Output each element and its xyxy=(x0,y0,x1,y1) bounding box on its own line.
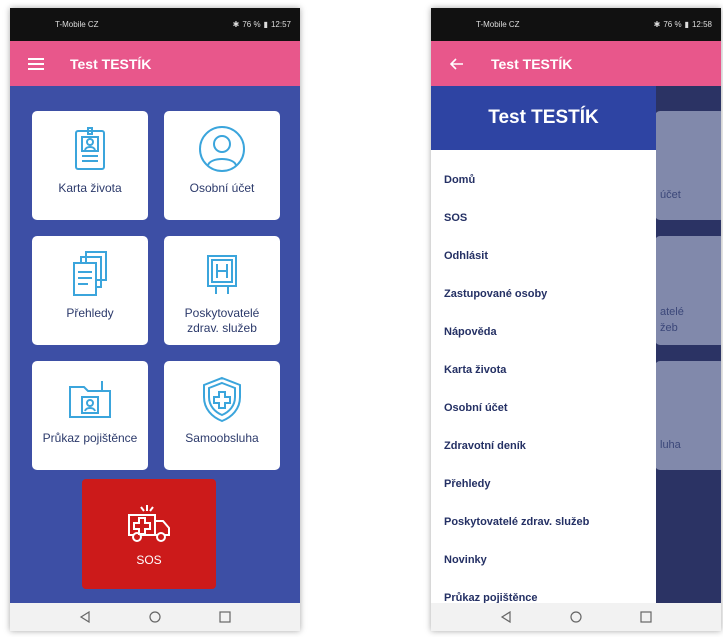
tile-karta-zivota[interactable]: Karta života xyxy=(32,111,148,220)
navigation-drawer: Test TESTÍK Domů SOS Odhlásit Zastupovan… xyxy=(431,86,656,604)
phone-screen-home: T-Mobile CZ ✱ 76 % ▮ 12:57 Test TESTÍK K… xyxy=(10,8,300,631)
bluetooth-icon: ✱ xyxy=(653,20,661,29)
dim-tile xyxy=(655,361,721,470)
tile-label: Poskytovatelé zdrav. služeb xyxy=(184,306,260,335)
hamburger-icon[interactable] xyxy=(24,52,48,76)
sos-button[interactable]: SOS xyxy=(82,479,216,589)
drawer-item-novinky[interactable]: Novinky xyxy=(431,541,656,579)
system-nav-bar xyxy=(10,603,300,631)
hospital-sign-icon xyxy=(207,255,237,294)
nav-home-icon[interactable] xyxy=(145,607,165,627)
drawer-item-domu[interactable]: Domů xyxy=(431,161,656,199)
phone-screen-drawer: T-Mobile CZ ✱ 76 % ▮ 12:58 Test TESTÍK ú… xyxy=(431,8,721,631)
nav-home-icon[interactable] xyxy=(566,607,586,627)
bluetooth-icon: ✱ xyxy=(232,20,240,29)
tile-osobni-ucet[interactable]: Osobní účet xyxy=(164,111,280,220)
app-bar: Test TESTÍK xyxy=(10,41,300,86)
clock: 12:57 xyxy=(270,20,291,29)
dim-tile xyxy=(655,111,721,220)
drawer-item-poskytovatele[interactable]: Poskytovatelé zdrav. služeb xyxy=(431,503,656,541)
drawer-menu: Domů SOS Odhlásit Zastupované osoby Nápo… xyxy=(431,150,656,617)
home-grid: Karta života Osobní účet Přehledy Poskyt… xyxy=(10,86,300,603)
dim-label: účet xyxy=(660,189,681,201)
battery-percent: 76 % xyxy=(242,20,261,29)
drawer-item-osobni-ucet[interactable]: Osobní účet xyxy=(431,389,656,427)
tile-label: Samoobsluha xyxy=(185,431,259,445)
user-avatar-icon xyxy=(199,126,245,172)
tile-samoobsluha[interactable]: Samoobsluha xyxy=(164,361,280,470)
nav-back-icon[interactable] xyxy=(75,607,95,627)
drawer-item-prehledy[interactable]: Přehledy xyxy=(431,465,656,503)
app-title: Test TESTÍK xyxy=(491,55,573,72)
ambulance-icon xyxy=(128,505,170,542)
nav-back-icon[interactable] xyxy=(496,607,516,627)
drawer-item-karta-zivota[interactable]: Karta života xyxy=(431,351,656,389)
arrow-left-icon[interactable] xyxy=(445,52,469,76)
dim-label: luha xyxy=(660,439,681,451)
tile-label: Přehledy xyxy=(66,306,114,320)
battery-percent: 76 % xyxy=(663,20,682,29)
nav-recents-icon[interactable] xyxy=(636,607,656,627)
app-bar: Test TESTÍK xyxy=(431,41,721,86)
dim-label: atelé xyxy=(660,306,684,318)
app-title: Test TESTÍK xyxy=(70,55,152,72)
tile-prehledy[interactable]: Přehledy xyxy=(32,236,148,345)
drawer-header: Test TESTÍK xyxy=(431,86,656,150)
battery-icon: ▮ xyxy=(684,20,689,29)
drawer-item-sos[interactable]: SOS xyxy=(431,199,656,237)
carrier-label: T-Mobile CZ xyxy=(476,20,520,29)
drawer-item-odhlasit[interactable]: Odhlásit xyxy=(431,237,656,275)
nav-recents-icon[interactable] xyxy=(215,607,235,627)
sos-label: SOS xyxy=(136,553,162,567)
tile-label: Průkaz pojištěnce xyxy=(42,431,138,445)
battery-icon: ▮ xyxy=(263,20,268,29)
carrier-label: T-Mobile CZ xyxy=(55,20,99,29)
drawer-item-zastupovane-osoby[interactable]: Zastupované osoby xyxy=(431,275,656,313)
status-bar: T-Mobile CZ ✱ 76 % ▮ 12:58 xyxy=(431,8,721,41)
system-nav-bar xyxy=(431,603,721,631)
id-card-icon xyxy=(75,127,105,170)
shield-plus-icon xyxy=(203,376,241,423)
documents-icon xyxy=(73,251,107,296)
drawer-item-zdravotni-denik[interactable]: Zdravotní deník xyxy=(431,427,656,465)
tile-label: Karta života xyxy=(58,181,122,195)
tile-label: Osobní účet xyxy=(189,181,255,195)
tile-poskytovatele[interactable]: Poskytovatelé zdrav. služeb xyxy=(164,236,280,345)
status-bar: T-Mobile CZ ✱ 76 % ▮ 12:57 xyxy=(10,8,300,41)
drawer-item-napoveda[interactable]: Nápověda xyxy=(431,313,656,351)
clock: 12:58 xyxy=(691,20,712,29)
insurance-card-icon xyxy=(69,381,111,418)
dim-label: žeb xyxy=(660,322,678,334)
tile-prukaz[interactable]: Průkaz pojištěnce xyxy=(32,361,148,470)
